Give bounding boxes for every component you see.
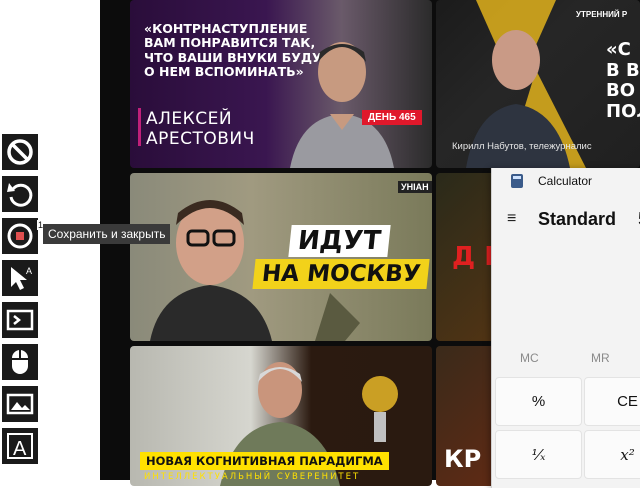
memory-clear-button[interactable]: MC — [520, 351, 539, 365]
subheadline: ИНТЕЛЛЕКТУАЛЬНЫЙ СУВЕРЕНИТЕТ — [144, 472, 361, 482]
headline: НОВАЯ КОГНИТИВНАЯ ПАРАДИГМА — [140, 452, 389, 470]
video-thumbnail-3[interactable]: УНІАН ИДУТ НА МОСКВУ — [130, 173, 432, 341]
name-line-1: АЛЕКСЕЙ — [146, 109, 233, 129]
annotation-toolbar: 1 A A — [0, 134, 44, 470]
show-tag: УТРЕННИЙ Р — [576, 10, 628, 19]
percent-button[interactable]: % — [495, 377, 582, 426]
video-thumbnail-2[interactable]: УТРЕННИЙ Р «С В В ВО ПОЛОХ Кирилл Набуто… — [436, 0, 640, 168]
terminal-icon[interactable] — [2, 302, 38, 338]
thumbnail-text: КР — [444, 445, 482, 473]
calculator-title: Calculator — [538, 174, 593, 188]
thumbnail-art — [150, 200, 360, 341]
no-entry-icon[interactable] — [2, 134, 38, 170]
mouse-icon[interactable] — [2, 344, 38, 380]
person-image — [290, 42, 394, 168]
tooltip: Сохранить и закрыть — [43, 224, 171, 244]
accent-bar — [138, 108, 141, 146]
thumbnail-name: АЛЕКСЕЙ АРЕСТОВИЧ — [146, 109, 255, 149]
image-icon[interactable] — [2, 386, 38, 422]
clear-entry-button[interactable]: CE — [584, 377, 640, 426]
name-line-2: АРЕСТОВИЧ — [146, 128, 255, 149]
save-close-icon[interactable]: 1 — [2, 218, 44, 254]
calculator-mode: Standard — [538, 209, 617, 229]
video-thumbnail-1[interactable]: «КОНТРНАСТУПЛЕНИЕ ВАМ ПОНРАВИТСЯ ТАК, ЧТ… — [130, 0, 432, 168]
reciprocal-button[interactable]: ¹⁄ₓ — [495, 430, 582, 479]
memory-recall-button[interactable]: MR — [591, 351, 610, 365]
day-badge: ДЕНЬ 465 — [362, 110, 422, 125]
hamburger-menu-icon[interactable]: ≡ — [507, 210, 516, 228]
headline-line-1: ИДУТ — [288, 225, 391, 257]
svg-text:A: A — [26, 266, 32, 276]
calculator-app-icon — [511, 174, 523, 188]
svg-text:A: A — [13, 438, 27, 460]
undo-icon[interactable] — [2, 176, 38, 212]
square-button[interactable]: x² — [584, 430, 640, 479]
calculator-window[interactable]: Calculator ≡ Standard 5 MC MR % CE ¹⁄ₓ x… — [491, 168, 640, 488]
font-icon[interactable]: A — [2, 428, 38, 464]
video-thumbnail-5[interactable]: НОВАЯ КОГНИТИВНАЯ ПАРАДИГМА ИНТЕЛЛЕКТУАЛ… — [130, 346, 432, 486]
thumbnail-quote: «С В В ВО ПОЛОХ — [606, 39, 640, 123]
thumbnail-footer: Кирилл Набутов, тележурналис — [452, 141, 592, 152]
calculator-titlebar[interactable]: Calculator — [492, 168, 640, 196]
channel-logo: УНІАН — [398, 181, 432, 193]
headline-line-2: НА МОСКВУ — [252, 259, 431, 289]
cursor-text-icon[interactable]: A — [2, 260, 38, 296]
